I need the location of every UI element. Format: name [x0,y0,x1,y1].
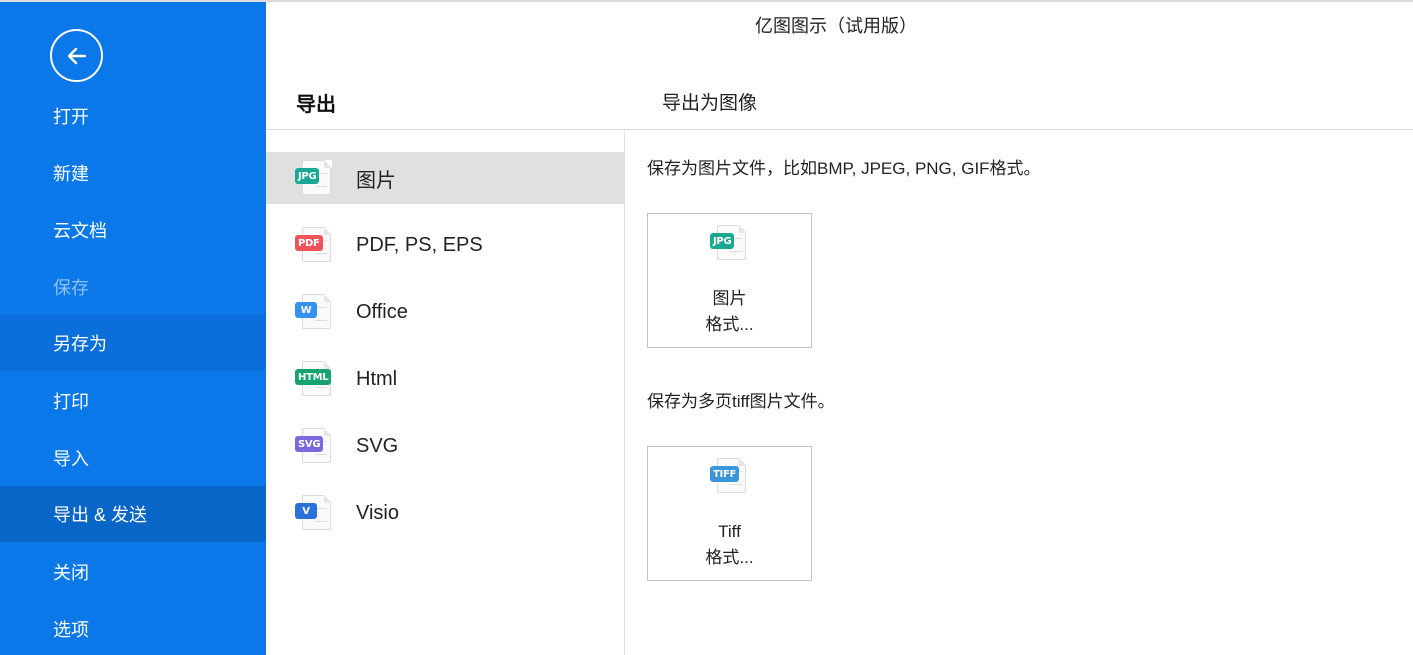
card-label: 图片 格式... [705,289,754,334]
format-item-office[interactable]: W Office [266,286,624,338]
sidebar-item-cloud-docs[interactable]: 云文档 [0,202,266,258]
tiff-format-button[interactable]: TIFF Tiff 格式... [647,446,812,581]
visio-file-icon: V [295,494,333,532]
back-button[interactable] [50,29,103,82]
sidebar-item-new[interactable]: 新建 [0,145,266,201]
format-label: SVG [356,434,399,457]
format-label: Office [356,300,408,323]
html-file-icon: HTML [295,360,333,398]
format-label: 图片 [356,169,396,192]
format-label: Visio [356,501,399,524]
format-item-svg[interactable]: SVG SVG [266,420,624,472]
format-item-visio[interactable]: V Visio [266,487,624,539]
sidebar-item-label: 选项 [53,620,89,640]
sidebar-item-label: 导入 [53,449,89,469]
sidebar-item-options[interactable]: 选项 [0,601,266,655]
sidebar-item-label: 关闭 [53,563,89,583]
format-label: PDF, PS, EPS [356,233,483,256]
panel-divider [624,130,625,655]
sidebar-item-save[interactable]: 保存 [0,259,266,315]
jpg-file-icon: JPG [710,224,748,262]
sidebar-item-label: 打开 [53,107,89,127]
format-item-html[interactable]: HTML Html [266,353,624,405]
window-title: 亿图图示（试用版） [755,16,917,36]
tiff-export-description: 保存为多页tiff图片文件。 [647,392,835,411]
card-label: Tiff 格式... [705,522,754,567]
sidebar-item-label: 导出 & 发送 [53,505,148,525]
sidebar-item-label: 保存 [53,278,89,298]
backstage-sidebar: 打开 新建 云文档 保存 另存为 打印 导入 导出 & 发送 关闭 选项 [0,2,266,655]
image-format-button[interactable]: JPG 图片 格式... [647,213,812,348]
jpg-file-icon: JPG [295,159,333,197]
sidebar-item-label: 云文档 [53,221,107,241]
sidebar-item-label: 打印 [53,392,89,412]
image-export-description: 保存为图片文件，比如BMP, JPEG, PNG, GIF格式。 [647,159,1041,178]
sidebar-item-open[interactable]: 打开 [0,88,266,144]
export-heading: 导出 [296,94,336,116]
pdf-file-icon: PDF [295,226,333,264]
sidebar-item-label: 另存为 [53,334,107,354]
word-file-icon: W [295,293,333,331]
header-divider [266,129,1413,130]
sidebar-item-close[interactable]: 关闭 [0,544,266,600]
sidebar-item-print[interactable]: 打印 [0,373,266,429]
format-item-pdf[interactable]: PDF PDF, PS, EPS [266,219,624,271]
sidebar-item-label: 新建 [53,164,89,184]
sidebar-item-export-send[interactable]: 导出 & 发送 [0,486,266,542]
format-label: Html [356,367,398,390]
svg-file-icon: SVG [295,427,333,465]
sidebar-item-import[interactable]: 导入 [0,430,266,486]
detail-heading: 导出为图像 [662,93,758,114]
tiff-file-icon: TIFF [710,457,748,495]
sidebar-item-save-as[interactable]: 另存为 [0,315,266,371]
back-arrow-icon [67,47,86,64]
format-item-image[interactable]: JPG 图片 [266,152,624,204]
